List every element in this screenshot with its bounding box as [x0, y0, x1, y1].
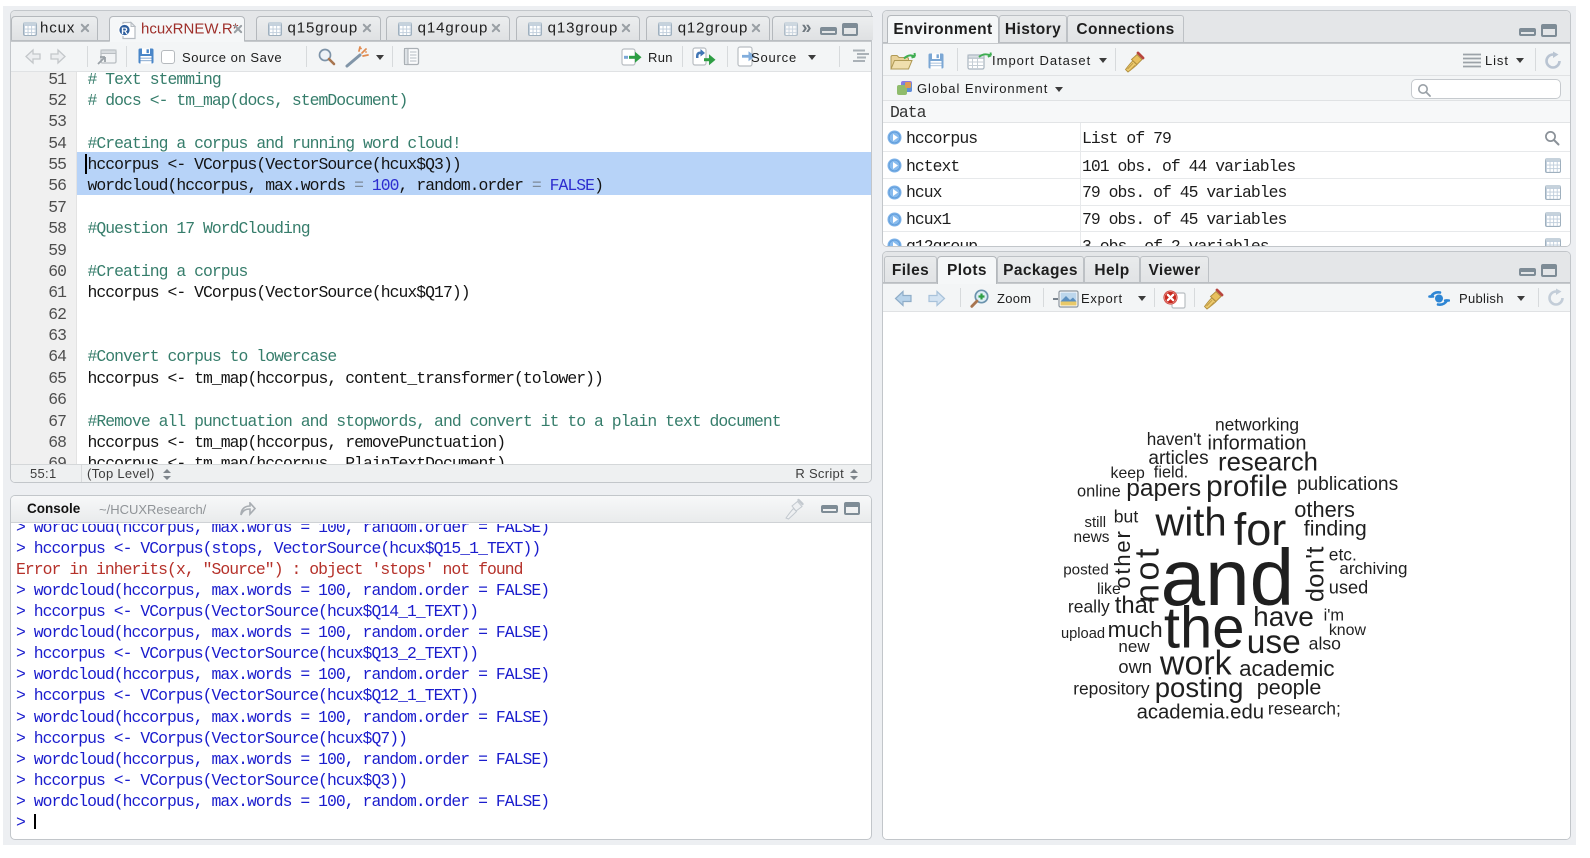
svg-text:R: R [121, 26, 128, 36]
